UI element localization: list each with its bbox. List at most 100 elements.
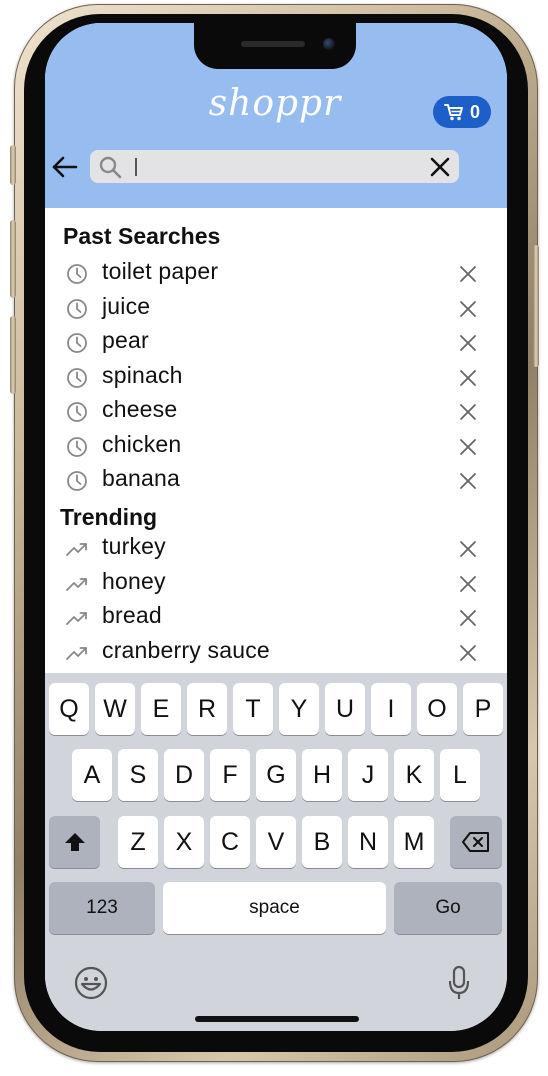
- key-k[interactable]: K: [394, 749, 434, 801]
- key-y[interactable]: Y: [279, 683, 319, 735]
- trending-item[interactable]: cranberry sauce: [63, 636, 491, 670]
- trending-item[interactable]: bread: [63, 601, 491, 635]
- key-l[interactable]: L: [440, 749, 480, 801]
- trending-heading: Trending: [60, 504, 158, 530]
- past-searches-heading: Past Searches: [63, 223, 221, 249]
- app-logo: shoppr: [208, 83, 342, 124]
- key-p[interactable]: P: [463, 683, 503, 735]
- key-b[interactable]: B: [302, 816, 342, 868]
- key-n[interactable]: N: [348, 816, 388, 868]
- key-a[interactable]: A: [72, 749, 112, 801]
- cart-count: 0: [469, 101, 480, 122]
- backspace-icon: [462, 832, 489, 852]
- remove-icon[interactable]: [459, 265, 477, 283]
- screen: shoppr 0 Past Searches toilet paper juic…: [45, 23, 507, 1031]
- remove-icon[interactable]: [459, 575, 477, 593]
- speaker-grille: [241, 41, 305, 47]
- past-searches-item-label: chicken: [102, 430, 182, 457]
- magnifier-icon: [99, 156, 122, 179]
- key-r[interactable]: R: [187, 683, 227, 735]
- key-x[interactable]: X: [164, 816, 204, 868]
- clock-icon: [67, 367, 87, 388]
- remove-icon[interactable]: [459, 369, 477, 387]
- remove-icon[interactable]: [459, 300, 477, 318]
- past-searches-item[interactable]: cheese: [63, 395, 491, 429]
- close-icon[interactable]: [429, 156, 451, 178]
- remove-icon[interactable]: [459, 438, 477, 456]
- past-searches-item-label: cheese: [102, 396, 178, 422]
- key-j[interactable]: J: [348, 749, 388, 801]
- power-button: [533, 245, 539, 367]
- volume-up-button: [10, 220, 16, 298]
- key-o[interactable]: O: [417, 683, 457, 735]
- microphone-icon[interactable]: [447, 965, 471, 1001]
- trending-item-label: cranberry sauce: [102, 636, 270, 663]
- key-q[interactable]: Q: [49, 683, 89, 735]
- key-t[interactable]: T: [233, 683, 273, 735]
- trending-item-label: bread: [102, 602, 162, 628]
- key-h[interactable]: H: [302, 749, 342, 801]
- clock-icon: [67, 264, 87, 284]
- text-cursor: [135, 158, 137, 176]
- past-searches-item-label: toilet paper: [102, 258, 219, 284]
- trending-item[interactable]: honey: [63, 567, 491, 601]
- clock-icon: [67, 436, 87, 457]
- silent-switch: [10, 145, 16, 185]
- trending-up-icon: [66, 612, 87, 625]
- key-v[interactable]: V: [256, 816, 296, 868]
- space-key[interactable]: space: [163, 882, 386, 934]
- remove-icon[interactable]: [459, 403, 477, 421]
- clock-icon: [67, 298, 87, 319]
- key-g[interactable]: G: [256, 749, 296, 801]
- remove-icon[interactable]: [459, 334, 477, 352]
- cart-button[interactable]: 0: [433, 96, 491, 128]
- trending-item-label: turkey: [102, 533, 166, 559]
- volume-down-button: [10, 316, 16, 394]
- past-searches-item[interactable]: chicken: [63, 430, 491, 464]
- key-f[interactable]: F: [210, 749, 250, 801]
- past-searches-item[interactable]: juice: [63, 292, 491, 326]
- clock-icon: [67, 471, 87, 491]
- shift-icon: [64, 833, 85, 851]
- numbers-key[interactable]: 123: [49, 882, 155, 934]
- past-searches-item[interactable]: toilet paper: [63, 257, 491, 291]
- trending-up-icon: [66, 646, 87, 660]
- notch: [194, 23, 356, 69]
- past-searches-item-label: pear: [102, 327, 149, 353]
- emoji-icon[interactable]: [74, 966, 108, 1000]
- arrow-left-icon[interactable]: [51, 152, 79, 182]
- past-searches-item-label: juice: [102, 292, 151, 319]
- remove-icon[interactable]: [459, 644, 477, 662]
- key-e[interactable]: E: [141, 683, 181, 735]
- cart-icon: [443, 104, 463, 121]
- shift-key[interactable]: [49, 816, 100, 868]
- trending-up-icon: [66, 577, 87, 591]
- search-bar[interactable]: [90, 150, 459, 183]
- key-m[interactable]: M: [394, 816, 434, 868]
- front-camera: [323, 38, 335, 50]
- search-input[interactable]: [140, 150, 420, 183]
- clock-icon: [67, 333, 87, 353]
- clock-icon: [67, 402, 87, 422]
- past-searches-item[interactable]: spinach: [63, 361, 491, 395]
- remove-icon[interactable]: [459, 609, 477, 627]
- backspace-key[interactable]: [450, 816, 502, 868]
- remove-icon[interactable]: [459, 540, 477, 558]
- past-searches-item-label: banana: [102, 465, 180, 491]
- key-d[interactable]: D: [164, 749, 204, 801]
- remove-icon[interactable]: [459, 472, 477, 490]
- home-indicator[interactable]: [195, 1016, 359, 1022]
- on-screen-keyboard: QWERTYUIOP ASDFGHJKL ZXCVBNM 123 space G…: [45, 673, 507, 1031]
- key-c[interactable]: C: [210, 816, 250, 868]
- past-searches-item[interactable]: banana: [63, 464, 491, 498]
- past-searches-item[interactable]: pear: [63, 326, 491, 360]
- key-s[interactable]: S: [118, 749, 158, 801]
- trending-up-icon: [66, 543, 87, 556]
- go-key[interactable]: Go: [394, 882, 502, 934]
- key-w[interactable]: W: [95, 683, 135, 735]
- past-searches-item-label: spinach: [102, 361, 183, 388]
- key-i[interactable]: I: [371, 683, 411, 735]
- trending-item[interactable]: turkey: [63, 532, 491, 566]
- key-u[interactable]: U: [325, 683, 365, 735]
- key-z[interactable]: Z: [118, 816, 158, 868]
